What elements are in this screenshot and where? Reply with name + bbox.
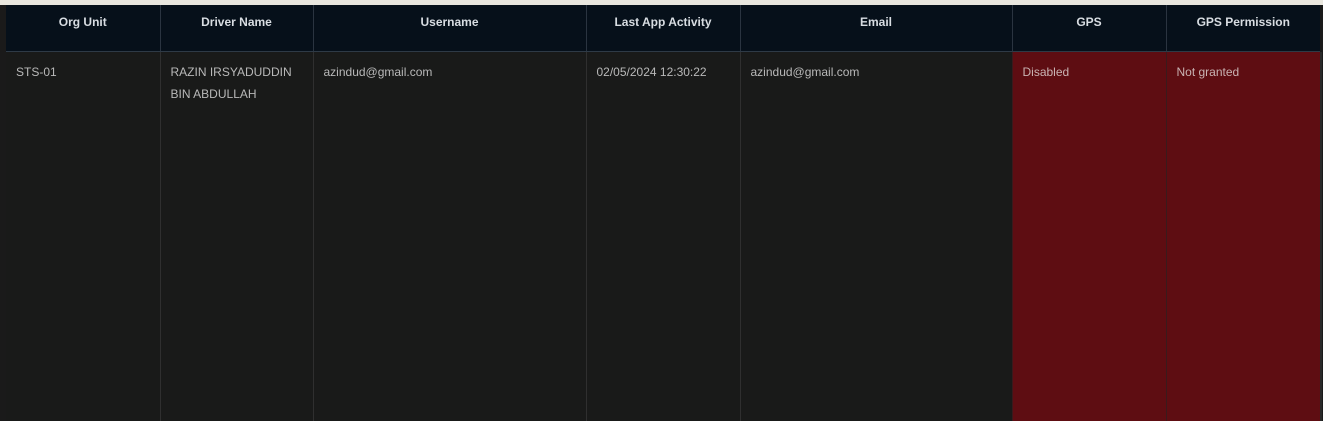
- table-header: Org Unit Driver Name Username Last App A…: [6, 5, 1322, 52]
- cell-email: azindud@gmail.com: [739, 51, 1012, 421]
- header-row: Org Unit Driver Name Username Last App A…: [6, 5, 1322, 52]
- app-frame: Org Unit Driver Name Username Last App A…: [0, 0, 1323, 421]
- column-header-org-unit[interactable]: Org Unit: [6, 5, 160, 52]
- cell-last-app-activity: 02/05/2024 12:30:22: [585, 51, 740, 421]
- driver-table: Org Unit Driver Name Username Last App A…: [6, 5, 1322, 421]
- column-header-gps-permission[interactable]: GPS Permission: [1165, 5, 1322, 52]
- cell-gps-permission: Not granted: [1165, 51, 1322, 421]
- column-header-last-app-activity[interactable]: Last App Activity: [585, 5, 740, 52]
- column-header-gps[interactable]: GPS: [1011, 5, 1166, 52]
- cell-driver-name: RAZIN IRSYADUDDIN BIN ABDULLAH: [159, 51, 313, 421]
- table-body: STS-01 RAZIN IRSYADUDDIN BIN ABDULLAH az…: [6, 51, 1322, 421]
- cell-gps-status: Disabled: [1011, 51, 1166, 421]
- column-header-email[interactable]: Email: [739, 5, 1012, 52]
- cell-org-unit: STS-01: [6, 51, 160, 421]
- column-header-username[interactable]: Username: [312, 5, 586, 52]
- column-header-driver-name[interactable]: Driver Name: [159, 5, 313, 52]
- cell-username: azindud@gmail.com: [312, 51, 586, 421]
- table-row[interactable]: STS-01 RAZIN IRSYADUDDIN BIN ABDULLAH az…: [6, 51, 1322, 421]
